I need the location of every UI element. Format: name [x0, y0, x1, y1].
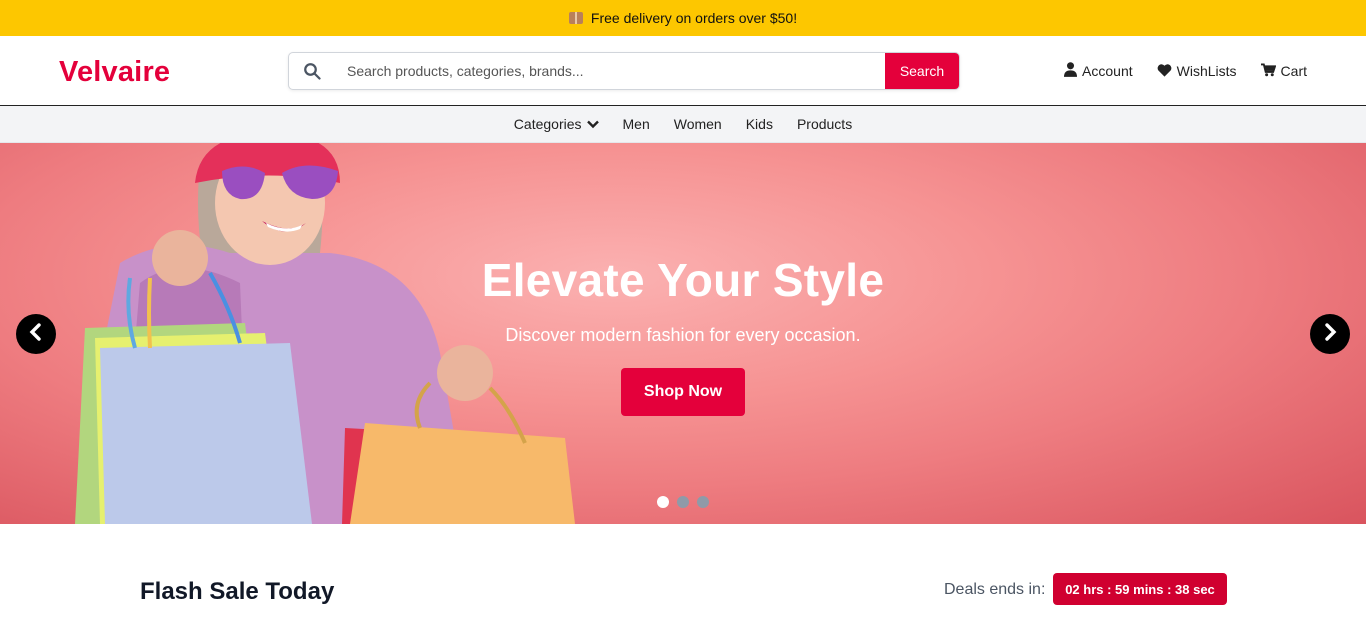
search-input[interactable] — [335, 53, 885, 89]
cart-icon — [1260, 62, 1276, 80]
nav-item-categories[interactable]: Categories — [514, 116, 599, 132]
heart-icon — [1157, 63, 1172, 80]
nav-item-label: Kids — [745, 116, 773, 132]
account-label: Account — [1082, 63, 1133, 79]
promo-text: Free delivery on orders over $50! — [590, 10, 798, 26]
nav-item-kids[interactable]: Kids — [746, 116, 773, 132]
nav-item-label: Women — [673, 116, 722, 132]
shop-now-button[interactable]: Shop Now — [621, 368, 745, 416]
hero-title: Elevate Your Style — [481, 254, 885, 306]
carousel-dot-1[interactable] — [657, 496, 669, 508]
nav-item-label: Men — [622, 116, 650, 132]
carousel-indicators — [657, 496, 709, 508]
cart-link[interactable]: Cart — [1260, 62, 1307, 80]
nav-item-label: Products — [796, 116, 853, 132]
nav-item-products[interactable]: Products — [797, 116, 852, 132]
user-icon — [1064, 62, 1078, 80]
nav-item-label: Categories — [513, 116, 582, 132]
chevron-left-icon — [28, 322, 44, 346]
search-icon — [289, 53, 335, 89]
brand-logo[interactable]: Velvaire — [59, 56, 170, 89]
carousel-dot-3[interactable] — [697, 496, 709, 508]
carousel-next-button[interactable] — [1310, 314, 1350, 354]
cart-label: Cart — [1280, 63, 1307, 79]
package-icon — [568, 12, 583, 24]
chevron-right-icon — [1322, 322, 1338, 346]
nav-item-men[interactable]: Men — [623, 116, 650, 132]
flash-sale-title: Flash Sale Today — [140, 578, 335, 605]
carousel-dot-2[interactable] — [677, 496, 689, 508]
hero-subtitle: Discover modern fashion for every occasi… — [505, 325, 861, 345]
promo-bar: Free delivery on orders over $50! — [0, 0, 1366, 36]
hero-carousel: Elevate Your Style Discover modern fashi… — [0, 143, 1366, 524]
wishlists-link[interactable]: WishLists — [1157, 62, 1237, 80]
search-button[interactable]: Search — [885, 53, 959, 89]
nav-item-women[interactable]: Women — [674, 116, 722, 132]
countdown-timer: 02 hrs : 59 mins : 38 sec — [1053, 573, 1227, 605]
account-link[interactable]: Account — [1064, 62, 1133, 80]
carousel-prev-button[interactable] — [16, 314, 56, 354]
search-bar: Search — [288, 52, 960, 90]
site-header: Velvaire Search Account WishLists Cart — [0, 36, 1366, 106]
main-nav: Categories Men Women Kids Products — [0, 106, 1366, 143]
hero-text: Elevate Your Style Discover modern fashi… — [380, 253, 986, 346]
flash-sale-section: Flash Sale Today Deals ends in: 02 hrs :… — [0, 524, 1366, 635]
chevron-down-icon — [586, 116, 599, 132]
header-links: Account WishLists Cart — [1064, 62, 1307, 80]
deals-ends-label: Deals ends in: — [944, 581, 1046, 598]
wishlists-label: WishLists — [1176, 63, 1237, 79]
